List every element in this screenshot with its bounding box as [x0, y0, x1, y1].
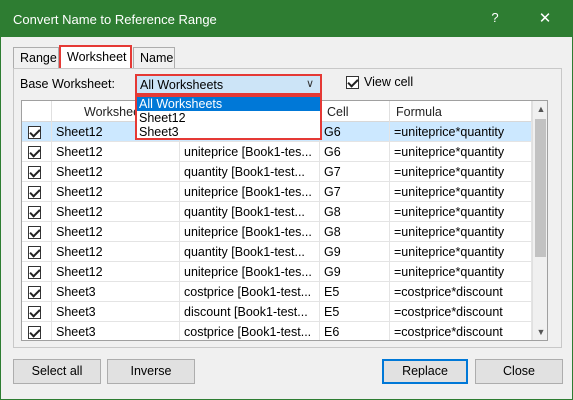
row-formula: =uniteprice*quantity [390, 182, 532, 202]
row-cell: G6 [320, 122, 390, 142]
row-name: discount [Book1-test... [180, 302, 320, 322]
select-all-button[interactable]: Select all [13, 359, 101, 384]
table-row[interactable]: Sheet12 quantity [Book1-test... G9 =unit… [22, 242, 532, 262]
view-cell-checkbox-group[interactable]: View cell [346, 75, 413, 90]
row-name: costprice [Book1-test... [180, 322, 320, 340]
tab-name-label: Name [140, 51, 174, 65]
row-formula: =uniteprice*quantity [390, 242, 532, 262]
dropdown-option-sheet12[interactable]: Sheet12 [137, 111, 320, 125]
close-window-button[interactable]: ✕ [534, 9, 556, 31]
vertical-scrollbar[interactable]: ▲ ▼ [532, 101, 547, 340]
row-name: costprice [Book1-test... [180, 282, 320, 302]
base-worksheet-label: Base Worksheet: [20, 77, 115, 91]
row-name: quantity [Book1-test... [180, 242, 320, 262]
row-worksheet: Sheet12 [52, 262, 180, 282]
dropdown-option-all-worksheets[interactable]: All Worksheets [137, 97, 320, 111]
row-formula: =uniteprice*quantity [390, 122, 532, 142]
table-row[interactable]: Sheet3 costprice [Book1-test... E5 =cost… [22, 282, 532, 302]
base-worksheet-dropdown: All Worksheets Sheet12 Sheet3 [135, 95, 322, 140]
row-worksheet: Sheet12 [52, 162, 180, 182]
row-cell: E5 [320, 302, 390, 322]
row-formula: =uniteprice*quantity [390, 142, 532, 162]
table-row[interactable]: Sheet12 uniteprice [Book1-tes... G7 =uni… [22, 182, 532, 202]
row-cell: G6 [320, 142, 390, 162]
row-checkbox[interactable] [28, 146, 41, 160]
tab-range[interactable]: Range [13, 47, 59, 69]
tab-worksheet-label: Worksheet [67, 50, 127, 64]
table-row[interactable]: Sheet12 quantity [Book1-test... G7 =unit… [22, 162, 532, 182]
row-cell: E6 [320, 322, 390, 340]
table-row[interactable]: Sheet12 quantity [Book1-test... G8 =unit… [22, 202, 532, 222]
row-name: uniteprice [Book1-tes... [180, 262, 320, 282]
row-formula: =costprice*discount [390, 282, 532, 302]
table-row[interactable]: Sheet3 discount [Book1-test... E5 =costp… [22, 302, 532, 322]
row-checkbox[interactable] [28, 206, 41, 220]
row-name: uniteprice [Book1-tes... [180, 222, 320, 242]
row-worksheet: Sheet3 [52, 302, 180, 322]
help-button[interactable]: ? [485, 10, 505, 30]
header-check [22, 101, 52, 122]
row-cell: G8 [320, 222, 390, 242]
scroll-down-icon[interactable]: ▼ [533, 324, 547, 340]
table-row[interactable]: Sheet12 uniteprice [Book1-tes... G9 =uni… [22, 262, 532, 282]
row-worksheet: Sheet3 [52, 322, 180, 340]
header-formula[interactable]: Formula [390, 101, 532, 122]
row-formula: =uniteprice*quantity [390, 162, 532, 182]
row-formula: =costprice*discount [390, 322, 532, 340]
row-checkbox[interactable] [28, 286, 41, 300]
row-checkbox[interactable] [28, 306, 41, 320]
tab-range-label: Range [20, 51, 57, 65]
row-cell: G7 [320, 162, 390, 182]
scrollbar-thumb[interactable] [535, 119, 546, 257]
title-bar[interactable]: Convert Name to Reference Range ? ✕ [1, 1, 572, 37]
base-worksheet-select[interactable]: All Worksheets ∨ [135, 74, 322, 95]
replace-button[interactable]: Replace [382, 359, 468, 384]
row-formula: =uniteprice*quantity [390, 202, 532, 222]
row-formula: =uniteprice*quantity [390, 222, 532, 242]
row-worksheet: Sheet12 [52, 182, 180, 202]
row-cell: G8 [320, 202, 390, 222]
row-checkbox[interactable] [28, 246, 41, 260]
tab-worksheet[interactable]: Worksheet [59, 45, 132, 70]
dialog-title: Convert Name to Reference Range [13, 12, 217, 27]
base-worksheet-value: All Worksheets [140, 78, 224, 92]
row-worksheet: Sheet12 [52, 242, 180, 262]
row-checkbox[interactable] [28, 126, 41, 140]
table-row[interactable]: Sheet12 uniteprice [Book1-tes... G6 =uni… [22, 142, 532, 162]
row-name: quantity [Book1-test... [180, 162, 320, 182]
row-checkbox[interactable] [28, 266, 41, 280]
tab-name[interactable]: Name [133, 47, 175, 69]
view-cell-label: View cell [364, 75, 414, 89]
table-row[interactable]: Sheet3 costprice [Book1-test... E6 =cost… [22, 322, 532, 340]
row-name: uniteprice [Book1-tes... [180, 142, 320, 162]
row-formula: =uniteprice*quantity [390, 262, 532, 282]
inverse-button[interactable]: Inverse [107, 359, 195, 384]
row-cell: G7 [320, 182, 390, 202]
scroll-up-icon[interactable]: ▲ [533, 101, 547, 117]
dialog-window: Convert Name to Reference Range ? ✕ Rang… [0, 0, 573, 400]
close-button[interactable]: Close [475, 359, 563, 384]
row-worksheet: Sheet12 [52, 202, 180, 222]
view-cell-checkbox[interactable] [346, 76, 359, 90]
row-formula: =costprice*discount [390, 302, 532, 322]
row-checkbox[interactable] [28, 186, 41, 200]
row-cell: G9 [320, 262, 390, 282]
row-name: quantity [Book1-test... [180, 202, 320, 222]
row-worksheet: Sheet12 [52, 142, 180, 162]
row-checkbox[interactable] [28, 326, 41, 340]
row-worksheet: Sheet3 [52, 282, 180, 302]
dropdown-option-sheet3[interactable]: Sheet3 [137, 125, 320, 139]
row-cell: G9 [320, 242, 390, 262]
row-checkbox[interactable] [28, 226, 41, 240]
row-cell: E5 [320, 282, 390, 302]
row-name: uniteprice [Book1-tes... [180, 182, 320, 202]
row-checkbox[interactable] [28, 166, 41, 180]
row-worksheet: Sheet12 [52, 222, 180, 242]
chevron-down-icon[interactable]: ∨ [303, 77, 317, 93]
table-row[interactable]: Sheet12 uniteprice [Book1-tes... G8 =uni… [22, 222, 532, 242]
header-cell[interactable]: Cell [320, 101, 390, 122]
